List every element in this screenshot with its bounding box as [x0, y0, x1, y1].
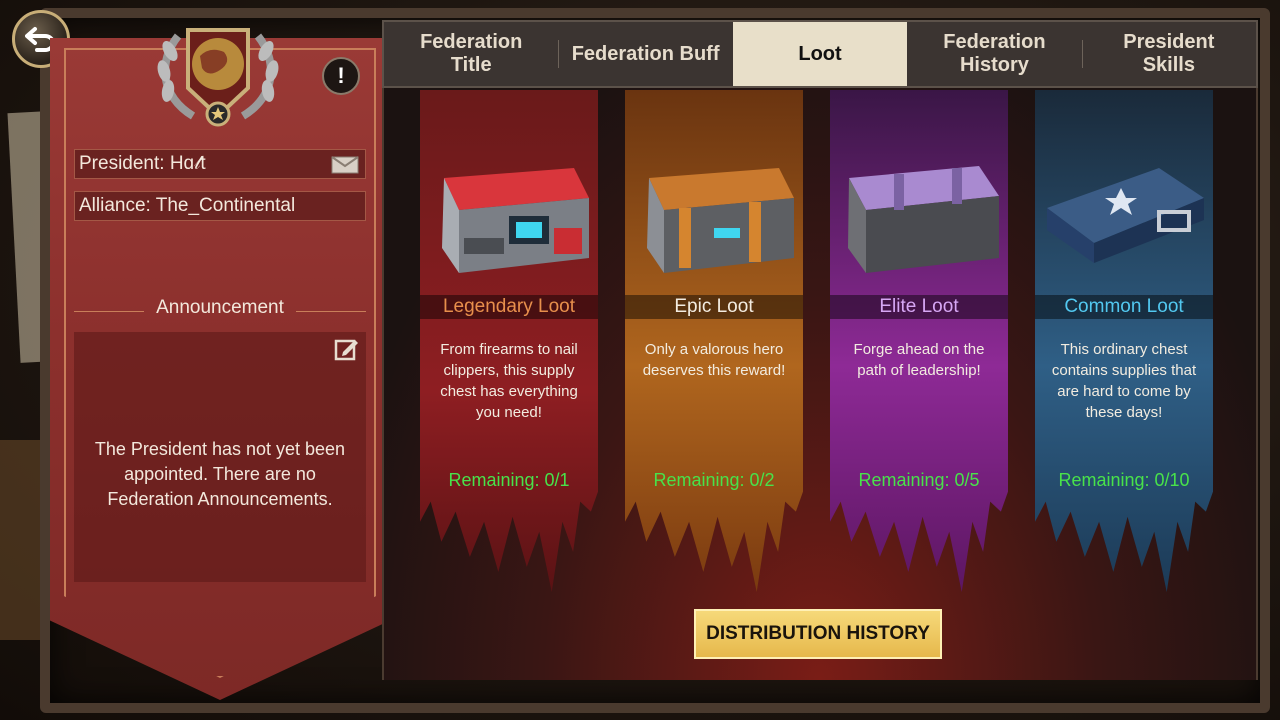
- loot-card-elite[interactable]: Elite Loot Forge ahead on the path of le…: [830, 90, 1008, 592]
- tab-loot[interactable]: Loot: [732, 22, 908, 86]
- mail-icon[interactable]: [331, 156, 359, 174]
- tab-label: Federation Buff: [571, 42, 720, 65]
- announcement-text: The President has not yet been appointed…: [94, 439, 346, 509]
- loot-description: Forge ahead on the path of leadership!: [853, 341, 985, 379]
- epic-chest-icon: [647, 168, 794, 273]
- loot-remaining: Remaining: 0/5: [858, 470, 980, 490]
- loot-remaining: Remaining: 0/1: [448, 470, 570, 490]
- common-chest-icon: [1047, 168, 1204, 263]
- elite-chest-icon: [848, 166, 999, 273]
- federation-emblem-icon: [148, 16, 288, 136]
- loot-name: Common Loot: [1035, 295, 1213, 319]
- tab-federation-buff[interactable]: Federation Buff: [558, 22, 732, 86]
- tab-president-skills[interactable]: President Skills: [1081, 22, 1256, 86]
- loot-card-epic[interactable]: Epic Loot Only a valorous hero deserves …: [625, 90, 803, 592]
- loot-card-common[interactable]: Common Loot This ordinary chest contains…: [1035, 90, 1213, 592]
- announcement-title: Announcement: [156, 297, 284, 318]
- loot-description: Only a valorous hero deserves this rewar…: [642, 341, 786, 379]
- tab-label: Federation Title: [420, 31, 523, 76]
- tab-label: President Skills: [1123, 31, 1215, 76]
- president-field: President: Hɑ𝓁t: [74, 149, 366, 179]
- legendary-chest-icon: [442, 168, 589, 273]
- alliance-field: Alliance: The_Continental: [74, 191, 366, 221]
- edit-icon[interactable]: [334, 336, 360, 362]
- loot-name: Legendary Loot: [420, 295, 598, 319]
- loot-remaining: Remaining: 0/2: [653, 470, 775, 490]
- tab-label: Federation History: [943, 31, 1046, 76]
- loot-name: Elite Loot: [830, 295, 1008, 319]
- loot-remaining: Remaining: 0/10: [1058, 470, 1190, 490]
- loot-description: This ordinary chest contains supplies th…: [1051, 341, 1197, 421]
- president-name: President: Hɑ𝓁t: [79, 153, 206, 174]
- alliance-name: Alliance: The_Continental: [79, 195, 296, 216]
- tab-label: Loot: [798, 42, 842, 65]
- tab-federation-history[interactable]: Federation History: [907, 22, 1081, 86]
- tab-federation-title[interactable]: Federation Title: [384, 22, 558, 86]
- distribution-history-button[interactable]: DISTRIBUTION HISTORY: [694, 609, 942, 659]
- loot-card-legendary[interactable]: Legendary Loot From firearms to nail cli…: [420, 90, 598, 592]
- loot-name: Epic Loot: [625, 295, 803, 319]
- info-button[interactable]: !: [322, 57, 360, 95]
- tab-bar: Federation Title Federation Buff Loot Fe…: [382, 20, 1258, 88]
- loot-description: From firearms to nail clippers, this sup…: [440, 341, 578, 421]
